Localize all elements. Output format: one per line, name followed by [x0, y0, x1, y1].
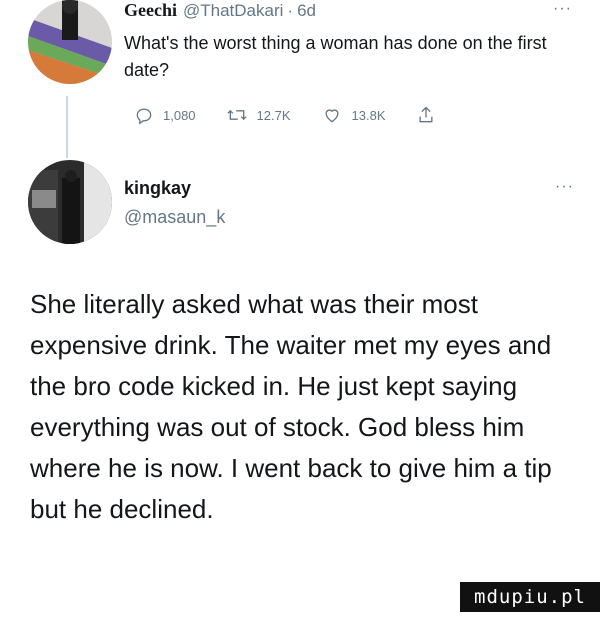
- retweet-count: 12.7K: [256, 107, 291, 123]
- retweet-icon: [226, 109, 247, 121]
- reply-icon: [136, 108, 152, 125]
- tweet-actions: 1,080 12.7K 13.8K: [134, 104, 475, 126]
- tweet-text: What's the worst thing a woman has done …: [124, 33, 547, 80]
- display-name[interactable]: Geechi: [124, 0, 177, 21]
- user-handle[interactable]: @masaun_k: [124, 207, 225, 228]
- reply-author[interactable]: kingkay @masaun_k: [124, 178, 225, 228]
- quoted-tweet[interactable]: Geechi @ThatDakari · 6d ··· What's the w…: [124, 0, 574, 84]
- reply-count: 1,080: [163, 107, 196, 123]
- kingkay-avatar[interactable]: [28, 160, 112, 244]
- geechi-avatar[interactable]: [28, 0, 112, 84]
- like-count: 13.8K: [351, 107, 386, 123]
- reply-text: She literally asked what was their most …: [30, 289, 552, 524]
- separator-dot: ·: [287, 1, 294, 20]
- share-icon: [419, 106, 433, 123]
- like-button[interactable]: 13.8K: [321, 105, 386, 125]
- retweet-button[interactable]: 12.7K: [226, 105, 291, 125]
- more-options-icon[interactable]: ···: [553, 0, 572, 18]
- reply-button[interactable]: 1,080: [134, 105, 196, 125]
- user-handle[interactable]: @ThatDakari: [183, 1, 283, 21]
- share-button[interactable]: [416, 104, 445, 126]
- timestamp[interactable]: 6d: [297, 1, 316, 21]
- display-name[interactable]: kingkay: [124, 178, 225, 199]
- watermark-logo: mdupiu.pl: [460, 582, 600, 612]
- more-options-icon[interactable]: ···: [555, 178, 574, 196]
- like-icon: [325, 109, 339, 123]
- thread-line: [66, 96, 68, 158]
